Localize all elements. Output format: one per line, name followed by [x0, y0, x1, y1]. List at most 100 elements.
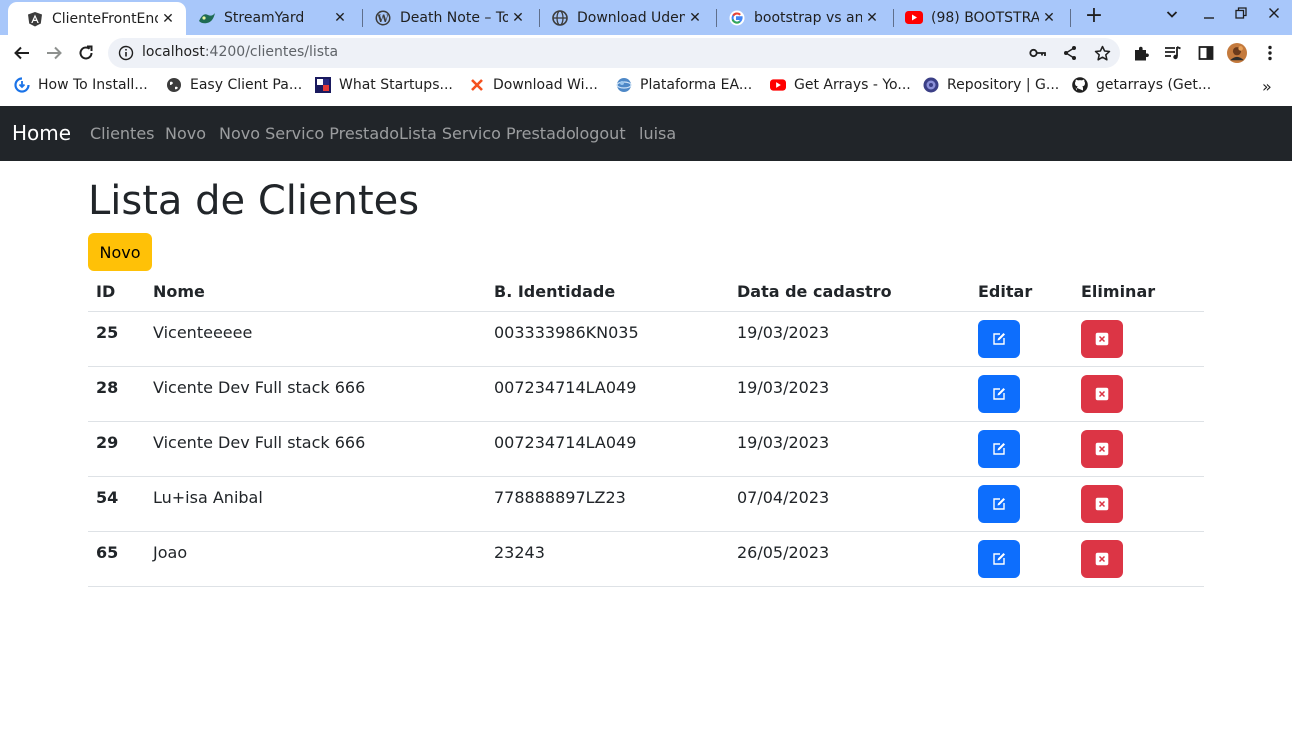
page-title: Lista de Clientes — [88, 178, 420, 224]
cell-data: 07/04/2023 — [737, 488, 830, 507]
wordpress-icon: W — [374, 9, 392, 27]
youtube-icon — [770, 77, 786, 93]
cell-bi: 23243 — [494, 543, 545, 562]
cell-bi: 003333986KN035 — [494, 323, 639, 342]
delete-x-icon — [1095, 442, 1109, 456]
close-tab-icon[interactable]: ✕ — [508, 10, 528, 26]
bookmark-download-wi[interactable]: Download Wi... — [469, 77, 598, 93]
tab-title: bootstrap vs ang — [754, 9, 862, 26]
browser-tab-streamyard[interactable]: StreamYard ✕ — [180, 0, 358, 35]
site-info-icon[interactable] — [116, 43, 136, 63]
edit-button[interactable] — [978, 540, 1020, 578]
tab-title: StreamYard — [224, 9, 305, 26]
nav-link-lista-servico-prestado[interactable]: Lista Servico Prestado — [399, 124, 576, 143]
nav-link-novo[interactable]: Novo — [165, 124, 206, 143]
more-bookmarks-chevron-icon[interactable]: » — [1262, 77, 1272, 96]
table-row: 54 Lu+isa Anibal 778888897LZ23 07/04/202… — [88, 477, 1204, 532]
close-tab-icon[interactable]: ✕ — [330, 10, 350, 26]
media-playlist-icon[interactable] — [1163, 43, 1183, 63]
browser-tab-death-note[interactable]: W Death Note – Tod ✕ — [356, 0, 536, 35]
svg-text:W: W — [376, 14, 389, 25]
column-header-nome: Nome — [153, 282, 205, 301]
browser-tab-youtube-bootstrap[interactable]: (98) BOOTSTRAP ✕ — [887, 0, 1067, 35]
close-tab-icon[interactable]: ✕ — [862, 10, 882, 26]
new-tab-button[interactable]: + — [1082, 5, 1106, 29]
edit-button[interactable] — [978, 430, 1020, 468]
edit-icon — [993, 333, 1005, 345]
cell-data: 19/03/2023 — [737, 378, 830, 397]
google-icon — [728, 9, 746, 27]
edit-icon — [993, 388, 1005, 400]
cell-data: 26/05/2023 — [737, 543, 830, 562]
github-icon — [1072, 77, 1088, 93]
bookmark-getarrays-github[interactable]: getarrays (Get... — [1072, 77, 1211, 93]
x-icon — [469, 77, 485, 93]
column-header-id: ID — [96, 282, 116, 301]
cell-bi: 007234714LA049 — [494, 378, 637, 397]
column-header-eliminar: Eliminar — [1081, 282, 1156, 301]
nav-link-user-luisa[interactable]: luisa — [639, 124, 676, 143]
table-row: 29 Vicente Dev Full stack 666 007234714L… — [88, 422, 1204, 477]
cell-nome: Vicente Dev Full stack 666 — [153, 378, 366, 397]
table-row: 28 Vicente Dev Full stack 666 007234714L… — [88, 367, 1204, 422]
streamyard-icon — [198, 9, 216, 27]
extensions-puzzle-icon[interactable] — [1131, 43, 1151, 63]
restore-window-icon[interactable] — [1229, 7, 1253, 27]
navbar-brand-home[interactable]: Home — [12, 121, 71, 145]
bookmark-easy-client[interactable]: Easy Client Pa... — [166, 77, 302, 93]
browser-tab-download-udemy[interactable]: Download Udem ✕ — [533, 0, 713, 35]
bookmark-repository[interactable]: Repository | G... — [923, 77, 1059, 93]
share-icon[interactable] — [1060, 43, 1080, 63]
youtube-icon — [905, 9, 923, 27]
platform-icon — [616, 77, 632, 93]
browser-tab-clientefrontend[interactable]: ClienteFrontEnd ✕ — [8, 2, 186, 35]
bookmark-how-to-install[interactable]: How To Install... — [14, 77, 148, 93]
table-row: 65 Joao 23243 26/05/2023 — [88, 532, 1204, 587]
edit-button[interactable] — [978, 375, 1020, 413]
delete-button[interactable] — [1081, 430, 1123, 468]
nav-link-novo-servico-prestado[interactable]: Novo Servico Prestado — [219, 124, 399, 143]
install-icon — [14, 77, 30, 93]
close-tab-icon[interactable]: ✕ — [1039, 10, 1059, 26]
url-host: localhost — [142, 44, 205, 60]
bookmark-star-icon[interactable] — [1092, 43, 1112, 63]
password-key-icon[interactable] — [1028, 43, 1048, 63]
address-bar[interactable]: localhost:4200/clientes/lista — [108, 38, 1120, 68]
forward-arrow-icon[interactable] — [42, 41, 66, 65]
url-text: localhost:4200/clientes/lista — [142, 44, 338, 60]
close-tab-icon[interactable]: ✕ — [685, 10, 705, 26]
edit-button[interactable] — [978, 320, 1020, 358]
profile-avatar[interactable] — [1227, 43, 1247, 63]
delete-button[interactable] — [1081, 320, 1123, 358]
table-row: 25 Vicenteeeee 003333986KN035 19/03/2023 — [88, 312, 1204, 367]
cell-nome: Vicente Dev Full stack 666 — [153, 433, 366, 452]
side-panel-icon[interactable] — [1196, 43, 1216, 63]
edit-icon — [993, 443, 1005, 455]
column-header-editar: Editar — [978, 282, 1033, 301]
bookmark-get-arrays-youtube[interactable]: Get Arrays - Yo... — [770, 77, 911, 93]
nav-link-logout[interactable]: logout — [575, 124, 626, 143]
column-header-bi: B. Identidade — [494, 282, 616, 301]
delete-button[interactable] — [1081, 375, 1123, 413]
minimize-window-icon[interactable] — [1197, 7, 1221, 27]
close-tab-icon[interactable]: ✕ — [158, 11, 178, 27]
nav-link-clientes[interactable]: Clientes — [90, 124, 155, 143]
browser-menu-icon[interactable] — [1260, 43, 1280, 63]
delete-x-icon — [1095, 332, 1109, 346]
close-window-icon[interactable] — [1262, 7, 1286, 27]
cell-nome: Vicenteeeee — [153, 323, 253, 342]
tab-search-chevron-icon[interactable] — [1160, 7, 1184, 27]
edit-button[interactable] — [978, 485, 1020, 523]
delete-button[interactable] — [1081, 485, 1123, 523]
browser-tab-bootstrap-vs-angular[interactable]: bootstrap vs ang ✕ — [710, 0, 890, 35]
back-arrow-icon[interactable] — [10, 41, 34, 65]
bookmark-label: Get Arrays - Yo... — [794, 77, 911, 93]
bookmark-what-startups[interactable]: What Startups... — [315, 77, 453, 93]
bookmark-label: Repository | G... — [947, 77, 1060, 93]
angular-icon — [26, 10, 44, 28]
cell-id: 65 — [96, 543, 119, 562]
delete-button[interactable] — [1081, 540, 1123, 578]
new-client-button[interactable]: Novo — [88, 233, 152, 271]
reload-icon[interactable] — [74, 41, 98, 65]
bookmark-plataforma-ea[interactable]: Plataforma EA... — [616, 77, 752, 93]
